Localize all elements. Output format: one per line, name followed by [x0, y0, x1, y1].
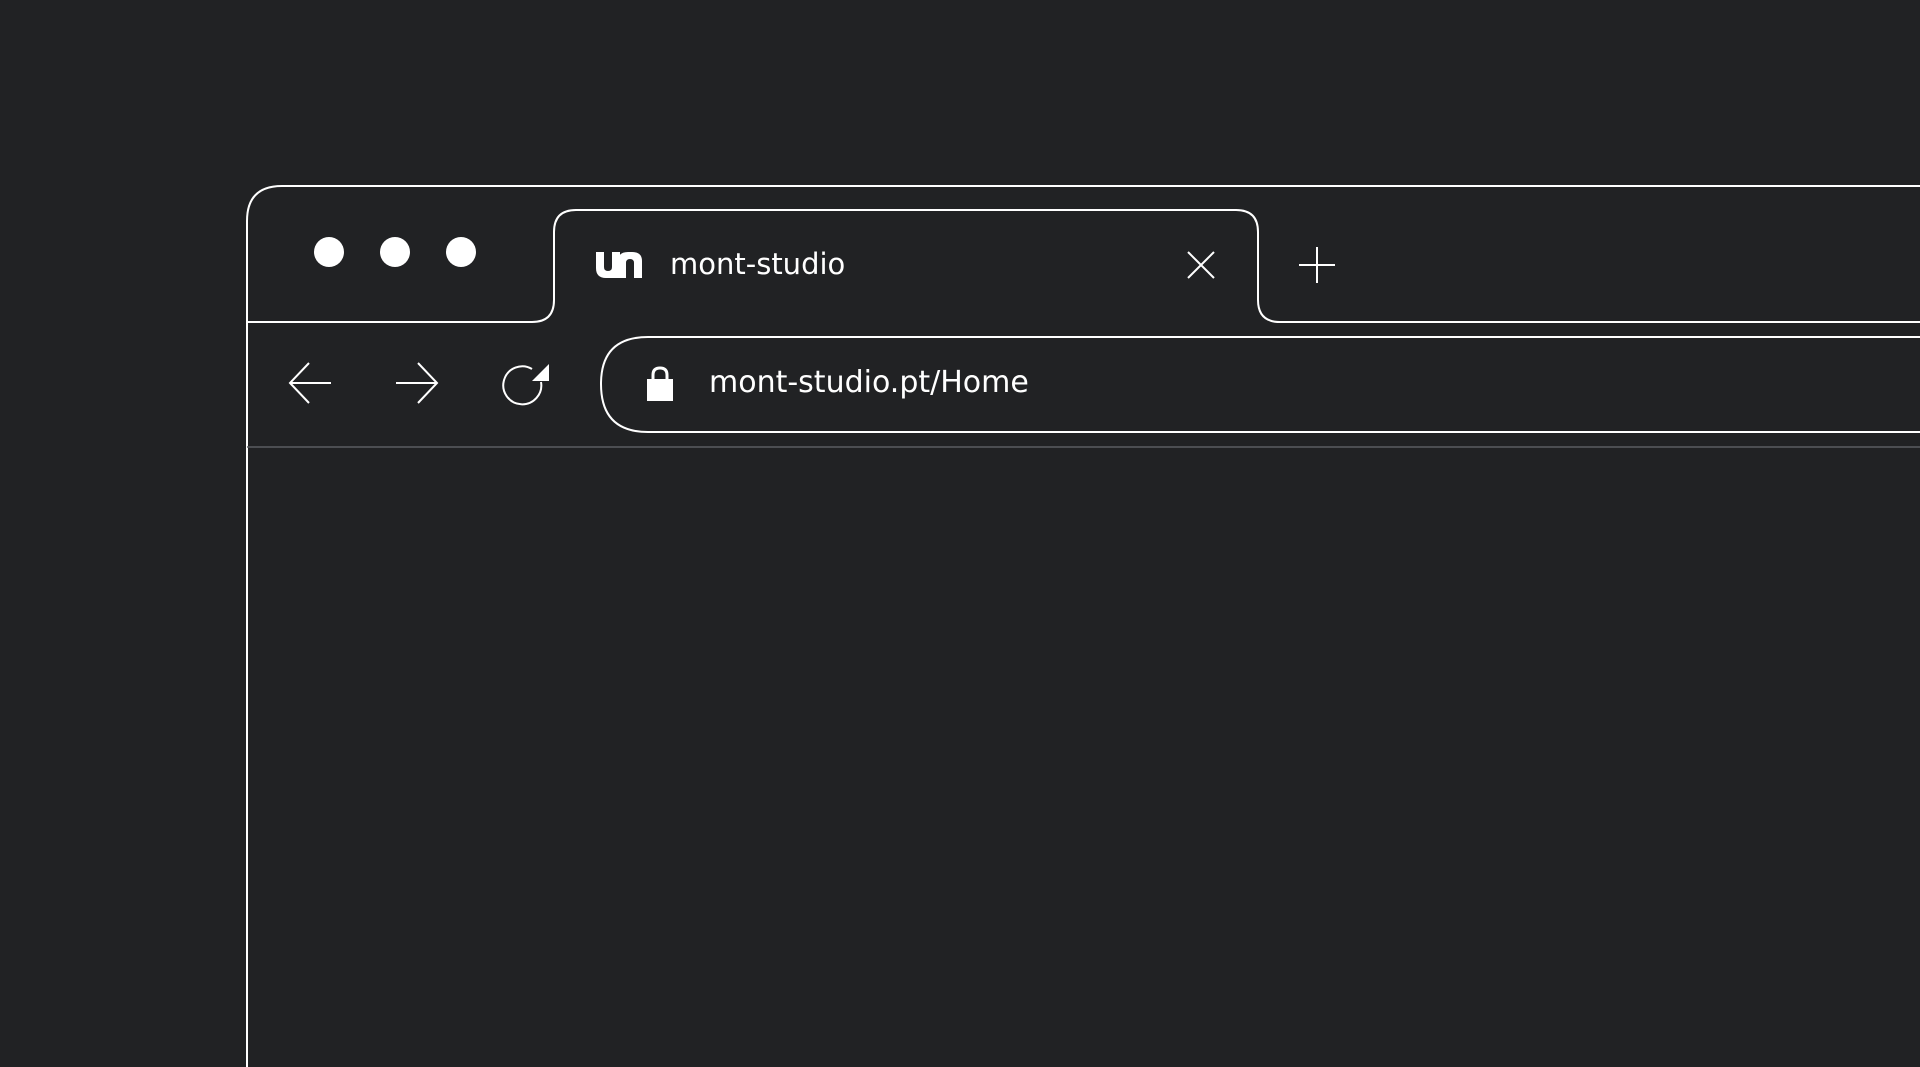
arrow-left-icon[interactable]	[288, 362, 332, 404]
tab-title: mont-studio	[670, 247, 846, 281]
mont-studio-logo-icon	[595, 250, 643, 280]
plus-icon[interactable]	[1299, 247, 1335, 283]
window-zoom-button[interactable]	[446, 237, 476, 267]
window-minimize-button[interactable]	[380, 237, 410, 267]
close-icon[interactable]	[1186, 250, 1216, 280]
reload-icon[interactable]	[501, 362, 553, 408]
url-text: mont-studio.pt/Home	[709, 365, 1029, 400]
arrow-right-icon[interactable]	[395, 362, 439, 404]
window-close-button[interactable]	[314, 237, 344, 267]
lock-icon	[645, 366, 675, 402]
page-content-area	[248, 448, 1920, 1067]
